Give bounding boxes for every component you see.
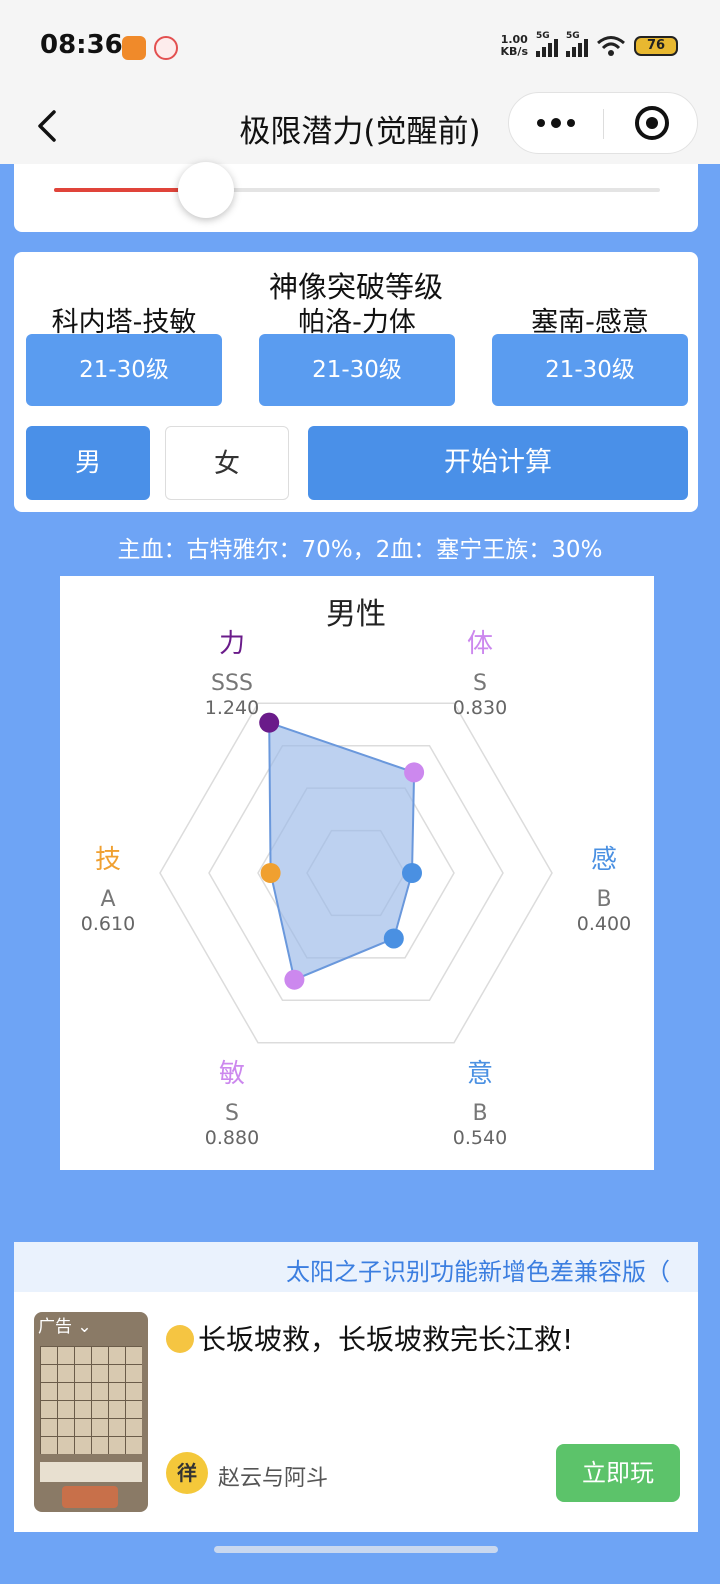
ad-headline: 长坂坡救，长坂坡救完长江救!	[166, 1318, 573, 1358]
battery-icon: 76	[634, 36, 678, 56]
ad-marquee-banner[interactable]: 太阳之子识别功能新增色差兼容版（	[14, 1242, 698, 1292]
ad-game-board	[40, 1346, 142, 1454]
sleepy-face-icon	[166, 1325, 194, 1353]
level-select-3[interactable]: 21-30级	[492, 334, 688, 406]
data-point-0	[259, 712, 280, 733]
close-miniprogram-icon[interactable]	[635, 106, 669, 140]
signal-icon: 5G	[536, 31, 558, 57]
axis-value-5: 0.610	[81, 913, 135, 935]
axis-grade-4: S	[225, 1101, 239, 1126]
gender-female-button[interactable]: 女	[165, 426, 289, 500]
axis-value-3: 0.540	[453, 1127, 507, 1149]
level-select-1[interactable]: 21-30级	[26, 334, 222, 406]
status-indicators: 1.00 KB/s 5G 5G 76	[500, 31, 678, 58]
ad-thumb-button	[62, 1486, 118, 1508]
slider-thumb[interactable]	[177, 162, 234, 218]
axis-value-0: 1.240	[205, 697, 259, 719]
radar-chart: 男性力SSS1.240体S0.830感B0.400意B0.540敏S0.880技…	[81, 597, 631, 1149]
network-speed: 1.00 KB/s	[500, 33, 528, 58]
data-point-1	[404, 762, 425, 783]
axis-name-2: 感	[591, 845, 617, 875]
status-time: 08:36	[40, 30, 123, 60]
capsule-divider	[603, 109, 604, 139]
level-select-2[interactable]: 21-30级	[259, 334, 455, 406]
map-app-icon	[154, 36, 178, 60]
status-bar: 08:36 1.00 KB/s 5G 5G 76	[0, 0, 720, 92]
radar-chart-card: 男性力 SSS 1.240 体 S 0.830 感 B 0.400 意 B 0.540 敏 S 0.880 技…	[60, 576, 654, 1170]
axis-name-0: 力	[219, 629, 245, 659]
axis-value-2: 0.400	[577, 913, 631, 935]
axis-grade-2: B	[596, 887, 611, 912]
slider-track[interactable]	[54, 162, 660, 218]
home-indicator	[214, 1546, 498, 1553]
data-point-4	[284, 969, 305, 990]
settings-card: 神像突破等级 科内塔-技敏 帕洛-力体 塞南-感意 21-30级 21-30级 …	[14, 252, 698, 512]
axis-name-1: 体	[467, 629, 493, 659]
axis-name-3: 意	[467, 1059, 493, 1089]
advertiser-avatar: 徉	[166, 1452, 208, 1494]
start-calculate-button[interactable]: 开始计算	[308, 426, 688, 500]
axis-grade-0: SSS	[211, 671, 253, 696]
wifi-icon	[597, 36, 625, 56]
axis-value-4: 0.880	[205, 1127, 259, 1149]
axis-grade-1: S	[473, 671, 487, 696]
data-point-3	[383, 928, 404, 949]
axis-name-5: 技	[95, 845, 121, 875]
advertiser-name: 赵云与阿斗	[218, 1466, 329, 1491]
miniprogram-capsule	[508, 92, 698, 154]
more-options-icon[interactable]	[509, 93, 603, 153]
nav-bar: 极限潜力(觉醒前)	[0, 92, 720, 164]
axis-name-4: 敏	[219, 1059, 245, 1089]
ad-thumb-bar	[40, 1462, 142, 1482]
ad-thumbnail[interactable]: 广告 ⌄	[34, 1312, 148, 1512]
axis-grade-5: A	[100, 887, 115, 912]
slider-card	[14, 162, 698, 232]
chart-title: 男性	[326, 597, 386, 632]
data-point-2	[402, 863, 422, 883]
gender-male-button[interactable]: 男	[26, 426, 150, 500]
data-point-5	[260, 863, 281, 883]
ad-card[interactable]: 广告 ⌄ 长坂坡救，长坂坡救完长江救! 徉 赵云与阿斗 立即玩	[14, 1292, 698, 1532]
video-app-icon	[122, 36, 146, 60]
axis-grade-3: B	[472, 1101, 487, 1126]
ad-marquee-text: 太阳之子识别功能新增色差兼容版（	[286, 1258, 670, 1286]
bloodline-text: 主血：古特雅尔：70%，2血：塞宁王族：30%	[117, 537, 603, 563]
axis-value-1: 0.830	[453, 697, 507, 719]
play-now-button[interactable]: 立即玩	[556, 1444, 680, 1502]
ad-tag[interactable]: 广告 ⌄	[38, 1312, 92, 1337]
signal-icon-2: 5G	[566, 31, 588, 57]
